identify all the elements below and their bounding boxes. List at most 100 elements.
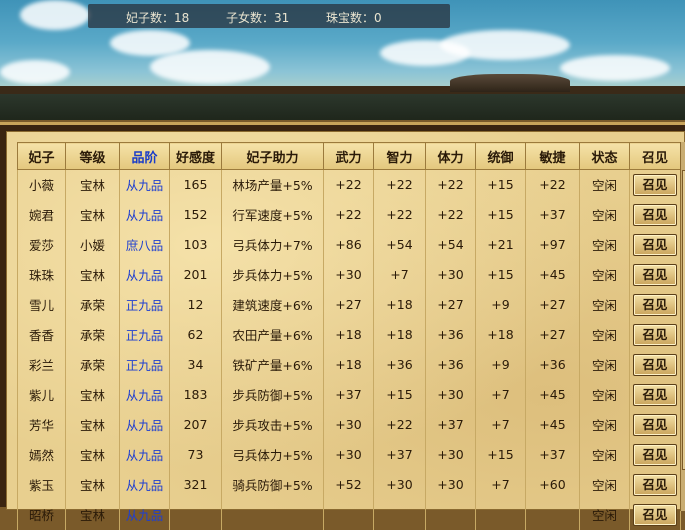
cell-summon: 召见: [629, 199, 681, 230]
cell-summon: 召见: [629, 229, 681, 260]
cell-force: +30: [323, 259, 374, 290]
summon-button[interactable]: 召见: [633, 233, 677, 256]
cell-status: 空闲: [579, 439, 630, 470]
cell-command: +7: [475, 379, 526, 410]
summon-button[interactable]: 召见: [633, 203, 677, 226]
summon-button[interactable]: 召见: [633, 473, 677, 496]
cell-level: 承荣: [65, 289, 120, 320]
cell-agility: +27: [525, 319, 580, 350]
cell-intellect: +30: [373, 469, 426, 500]
cell-command: +9: [475, 289, 526, 320]
cell-stamina: +30: [425, 469, 476, 500]
cell-favor: 321: [169, 469, 222, 500]
cell-summon: 召见: [629, 349, 681, 380]
cell-stamina: +37: [425, 409, 476, 440]
cell-agility: +45: [525, 259, 580, 290]
cell-level: 宝林: [65, 169, 120, 200]
cell-level: 小媛: [65, 229, 120, 260]
summon-button[interactable]: 召见: [633, 353, 677, 376]
table-row: 昭桥 宝林 从九品 空闲 召见: [17, 499, 681, 530]
cell-bonus: 弓兵体力+7%: [221, 229, 324, 260]
cell-bonus: [221, 499, 324, 530]
cell-status: 空闲: [579, 289, 630, 320]
cell-intellect: +15: [373, 379, 426, 410]
cell-agility: +36: [525, 349, 580, 380]
cell-favor: 103: [169, 229, 222, 260]
summon-button[interactable]: 召见: [633, 173, 677, 196]
header-agility[interactable]: 敏捷: [525, 142, 580, 170]
cell-stamina: +30: [425, 379, 476, 410]
cell-intellect: +22: [373, 169, 426, 200]
summon-button[interactable]: 召见: [633, 293, 677, 316]
cell-favor: 152: [169, 199, 222, 230]
summon-button[interactable]: 召见: [633, 413, 677, 436]
summon-button[interactable]: 召见: [633, 323, 677, 346]
cell-rank: 庶八品: [119, 229, 170, 260]
cell-level: 宝林: [65, 469, 120, 500]
cell-bonus: 林场产量+5%: [221, 169, 324, 200]
cell-level: 宝林: [65, 499, 120, 530]
cell-name: 香香: [17, 319, 66, 350]
cell-level: 宝林: [65, 409, 120, 440]
cell-name: 嫣然: [17, 439, 66, 470]
header-bonus[interactable]: 妃子助力: [221, 142, 324, 170]
cell-status: 空闲: [579, 379, 630, 410]
children-count: 子女数：31: [226, 11, 290, 25]
header-command[interactable]: 统御: [475, 142, 526, 170]
cell-level: 承荣: [65, 349, 120, 380]
cell-rank: 从九品: [119, 439, 170, 470]
cell-bonus: 弓兵体力+5%: [221, 439, 324, 470]
summon-button[interactable]: 召见: [633, 383, 677, 406]
cell-force: +22: [323, 169, 374, 200]
header-stamina[interactable]: 体力: [425, 142, 476, 170]
table-header-row: 妃子 等级 品阶 好感度 妃子助力 武力 智力 体力 统御 敏捷 状态 召见: [17, 142, 681, 170]
summon-button[interactable]: 召见: [633, 443, 677, 466]
cell-stamina: +27: [425, 289, 476, 320]
cell-rank: 正九品: [119, 289, 170, 320]
cell-command: +18: [475, 319, 526, 350]
cell-summon: 召见: [629, 319, 681, 350]
cell-rank: 从九品: [119, 379, 170, 410]
cell-intellect: +54: [373, 229, 426, 260]
cell-summon: 召见: [629, 409, 681, 440]
cell-name: 爱莎: [17, 229, 66, 260]
header-favor[interactable]: 好感度: [169, 142, 222, 170]
summon-button[interactable]: 召见: [633, 263, 677, 286]
cell-command: +7: [475, 469, 526, 500]
header-level[interactable]: 等级: [65, 142, 120, 170]
cell-status: 空闲: [579, 259, 630, 290]
cell-rank: 从九品: [119, 199, 170, 230]
cell-status: 空闲: [579, 349, 630, 380]
header-intellect[interactable]: 智力: [373, 142, 426, 170]
cell-command: [475, 499, 526, 530]
cell-favor: 165: [169, 169, 222, 200]
cell-summon: 召见: [629, 379, 681, 410]
cell-force: +30: [323, 409, 374, 440]
cell-favor: [169, 499, 222, 530]
cell-favor: 62: [169, 319, 222, 350]
cell-bonus: 行军速度+5%: [221, 199, 324, 230]
cell-intellect: [373, 499, 426, 530]
cell-force: [323, 499, 374, 530]
cell-favor: 34: [169, 349, 222, 380]
table-row: 爱莎 小媛 庶八品 103 弓兵体力+7% +86 +54 +54 +21 +97 空闲 召见: [17, 229, 681, 260]
table-scrollbar[interactable]: [680, 142, 685, 511]
table-row: 雪儿 承荣 正九品 12 建筑速度+6% +27 +18 +27 +9 +27 空闲 召见: [17, 289, 681, 320]
cell-bonus: 骑兵防御+5%: [221, 469, 324, 500]
cell-status: 空闲: [579, 469, 630, 500]
cell-command: +7: [475, 409, 526, 440]
cell-intellect: +18: [373, 289, 426, 320]
header-force[interactable]: 武力: [323, 142, 374, 170]
cell-agility: +37: [525, 199, 580, 230]
cell-command: +15: [475, 259, 526, 290]
header-status[interactable]: 状态: [579, 142, 630, 170]
header-rank[interactable]: 品阶: [119, 142, 170, 170]
cell-stamina: +36: [425, 319, 476, 350]
cell-favor: 201: [169, 259, 222, 290]
cell-bonus: 步兵防御+5%: [221, 379, 324, 410]
cell-stamina: [425, 499, 476, 530]
cell-agility: [525, 499, 580, 530]
header-name[interactable]: 妃子: [17, 142, 66, 170]
cell-summon: 召见: [629, 499, 681, 530]
cell-agility: +45: [525, 409, 580, 440]
